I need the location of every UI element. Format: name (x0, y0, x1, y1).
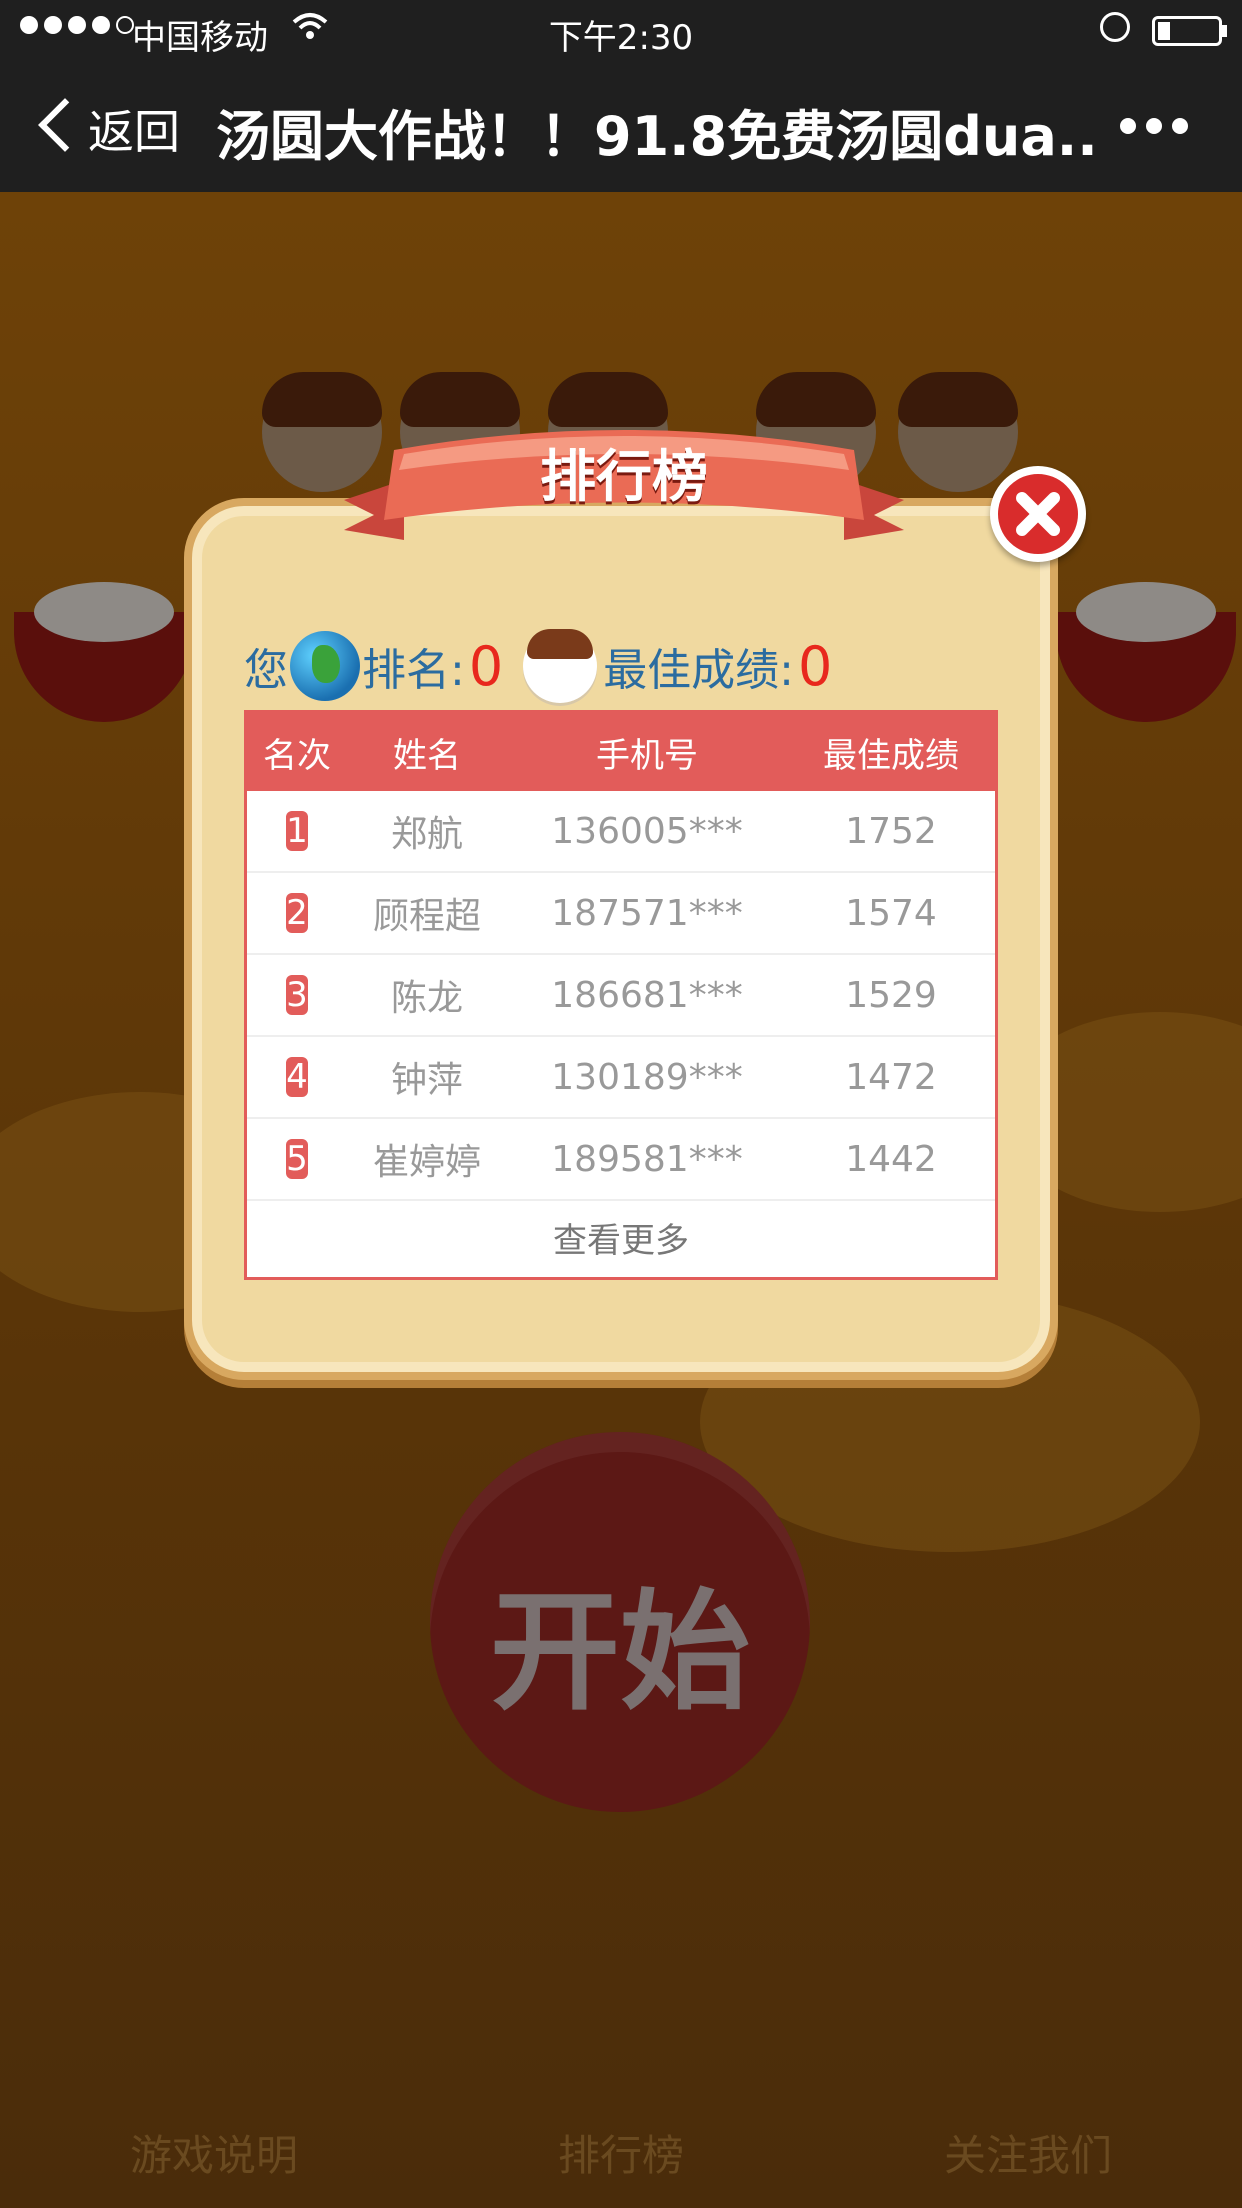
rotation-lock-icon (1100, 12, 1130, 42)
rank-badge: 5 (286, 1139, 308, 1179)
status-bar: 中国移动 下午2:30 (0, 0, 1242, 62)
header-name: 姓名 (393, 735, 461, 776)
player-name: 顾程超 (372, 896, 481, 937)
tangyuan-bowl (14, 582, 194, 722)
table-row: 2 顾程超 187571*** 1574 (247, 873, 995, 955)
table-row: 1 郑航 136005*** 1752 (247, 791, 995, 873)
player-phone: 187571*** (551, 892, 743, 934)
rank-badge: 3 (286, 975, 308, 1015)
header-rank: 名次 (263, 735, 331, 776)
close-icon (1016, 492, 1060, 536)
player-score: 1529 (845, 974, 937, 1016)
player-score: 1574 (845, 892, 937, 934)
menu-game-rules[interactable]: 游戏说明 (130, 2122, 298, 2202)
player-name: 崔婷婷 (372, 1142, 481, 1183)
player-name: 郑航 (390, 814, 463, 855)
page-title: 汤圆大作战！！91.8免费汤圆dua... (216, 105, 1096, 168)
back-chevron-icon[interactable] (38, 98, 92, 152)
view-more-link[interactable]: 查看更多 (247, 1201, 995, 1281)
player-phone: 136005*** (551, 810, 743, 852)
player-score: 1752 (845, 810, 937, 852)
table-row: 5 崔婷婷 189581*** 1442 (247, 1119, 995, 1201)
leaderboard-table: 名次 姓名 手机号 最佳成绩 1 郑航 136005*** 1752 2 顾程超… (244, 710, 998, 1280)
menu-follow-us[interactable]: 关注我们 (944, 2122, 1112, 2202)
best-score-label: 最佳成绩: (603, 645, 795, 696)
menu-leaderboard[interactable]: 排行榜 (558, 2122, 684, 2202)
tangyuan-face-icon (523, 629, 598, 703)
player-name: 陈龙 (390, 978, 463, 1019)
more-options-icon[interactable] (1120, 118, 1188, 134)
table-header: 名次 姓名 手机号 最佳成绩 (247, 713, 995, 791)
player-score: 1442 (845, 1138, 937, 1180)
table-row: 4 钟萍 130189*** 1472 (247, 1037, 995, 1119)
battery-icon (1152, 16, 1222, 46)
nav-bar: 返回 汤圆大作战！！91.8免费汤圆dua... (0, 62, 1242, 192)
player-score: 1472 (845, 1056, 937, 1098)
dialog-title: 排行榜 (540, 445, 708, 510)
close-button[interactable] (990, 466, 1086, 562)
header-score: 最佳成绩 (823, 735, 959, 776)
table-row: 3 陈龙 186681*** 1529 (247, 955, 995, 1037)
status-time: 下午2:30 (548, 18, 694, 58)
start-button[interactable]: 开始 (430, 1432, 810, 1812)
user-prefix: 您 (244, 645, 288, 696)
player-phone: 189581*** (551, 1138, 743, 1180)
globe-icon (290, 631, 360, 701)
rank-badge: 2 (286, 893, 308, 933)
tangyuan-bowl (1056, 582, 1236, 722)
user-rank-summary: 您 排名: 0 最佳成绩: 0 (244, 626, 846, 706)
player-phone: 186681*** (551, 974, 743, 1016)
rank-value: 0 (468, 634, 504, 698)
battery-tip (1222, 25, 1227, 37)
rank-label: 排名: (362, 645, 465, 696)
start-label: 开始 (489, 1576, 750, 1728)
rank-badge: 1 (286, 811, 308, 851)
best-score-value: 0 (798, 634, 833, 698)
header-phone: 手机号 (596, 735, 698, 776)
player-phone: 130189*** (551, 1056, 743, 1098)
player-name: 钟萍 (390, 1060, 463, 1101)
back-button[interactable]: 返回 (88, 96, 180, 162)
rank-badge: 4 (286, 1057, 308, 1097)
bottom-menu: 游戏说明 排行榜 关注我们 (0, 2122, 1242, 2202)
